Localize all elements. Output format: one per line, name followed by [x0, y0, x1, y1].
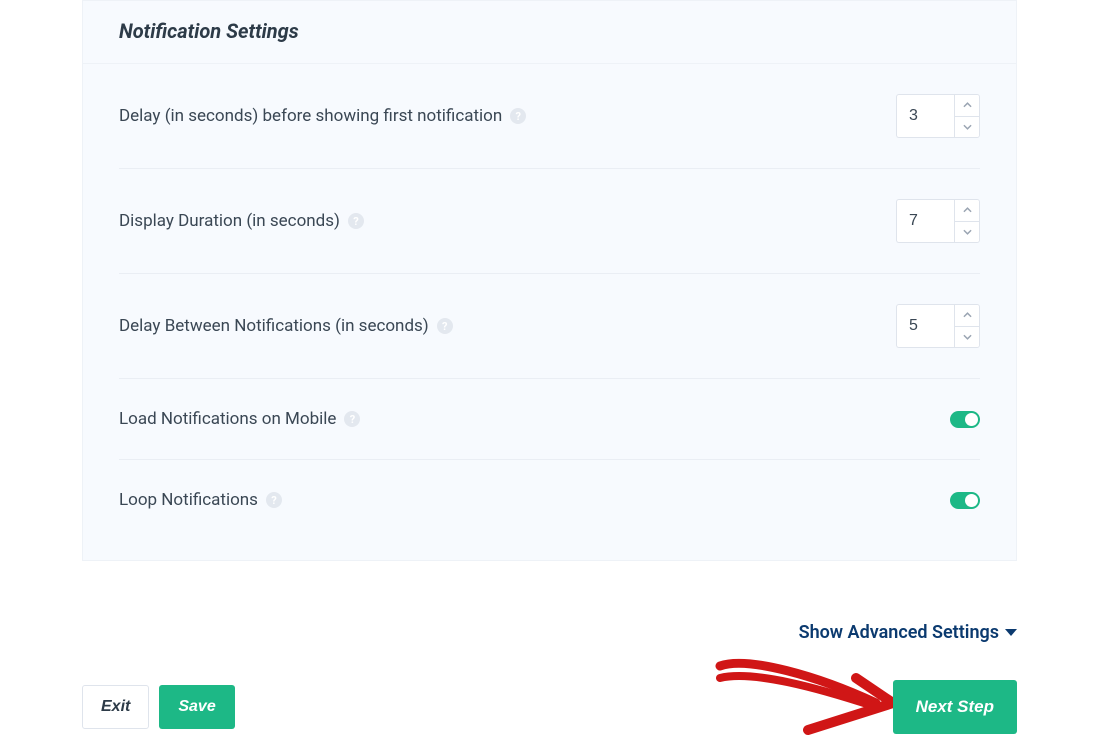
stepper-down[interactable]	[955, 117, 979, 138]
label-delay-between: Delay Between Notifications (in seconds)	[119, 316, 429, 336]
number-control-delay-between	[896, 304, 980, 348]
stepper-down[interactable]	[955, 222, 979, 243]
help-icon[interactable]: ?	[348, 213, 364, 229]
help-icon[interactable]: ?	[510, 108, 526, 124]
row-display-duration: Display Duration (in seconds) ?	[119, 169, 980, 274]
row-delay-between: Delay Between Notifications (in seconds)…	[119, 274, 980, 379]
stepper-down[interactable]	[955, 327, 979, 348]
stepper-up[interactable]	[955, 200, 979, 222]
input-display-duration[interactable]	[896, 199, 954, 243]
exit-button[interactable]: Exit	[82, 685, 149, 729]
label-load-mobile: Load Notifications on Mobile	[119, 409, 336, 429]
label-delay-first: Delay (in seconds) before showing first …	[119, 106, 502, 126]
row-delay-first: Delay (in seconds) before showing first …	[119, 64, 980, 169]
spinner	[954, 94, 980, 138]
panel-title: Notification Settings	[119, 19, 980, 43]
footer: Exit Save Next Step	[82, 680, 1017, 734]
row-loop: Loop Notifications ?	[119, 460, 980, 540]
spinner	[954, 304, 980, 348]
stepper-up[interactable]	[955, 95, 979, 117]
help-icon[interactable]: ?	[344, 411, 360, 427]
input-delay-between[interactable]	[896, 304, 954, 348]
toggle-knob	[965, 413, 978, 426]
number-control-display-duration	[896, 199, 980, 243]
label-wrap: Display Duration (in seconds) ?	[119, 211, 364, 231]
input-delay-first[interactable]	[896, 94, 954, 138]
panel-header: Notification Settings	[83, 1, 1016, 64]
next-step-button[interactable]: Next Step	[893, 680, 1017, 734]
label-display-duration: Display Duration (in seconds)	[119, 211, 340, 231]
save-button[interactable]: Save	[159, 685, 234, 729]
settings-panel: Notification Settings Delay (in seconds)…	[82, 0, 1017, 561]
settings-rows: Delay (in seconds) before showing first …	[83, 64, 1016, 560]
help-icon[interactable]: ?	[266, 492, 282, 508]
label-wrap: Loop Notifications ?	[119, 490, 282, 510]
toggle-loop[interactable]	[950, 492, 980, 509]
stepper-up[interactable]	[955, 305, 979, 327]
toggle-load-mobile[interactable]	[950, 411, 980, 428]
label-wrap: Load Notifications on Mobile ?	[119, 409, 360, 429]
row-load-mobile: Load Notifications on Mobile ?	[119, 379, 980, 460]
number-control-delay-first	[896, 94, 980, 138]
show-advanced-label: Show Advanced Settings	[799, 622, 999, 643]
caret-down-icon	[1005, 629, 1017, 636]
toggle-knob	[965, 494, 978, 507]
show-advanced-link[interactable]: Show Advanced Settings	[799, 622, 1017, 643]
help-icon[interactable]: ?	[437, 318, 453, 334]
spinner	[954, 199, 980, 243]
footer-left: Exit Save	[82, 685, 235, 729]
label-loop: Loop Notifications	[119, 490, 258, 510]
label-wrap: Delay (in seconds) before showing first …	[119, 106, 526, 126]
label-wrap: Delay Between Notifications (in seconds)…	[119, 316, 453, 336]
